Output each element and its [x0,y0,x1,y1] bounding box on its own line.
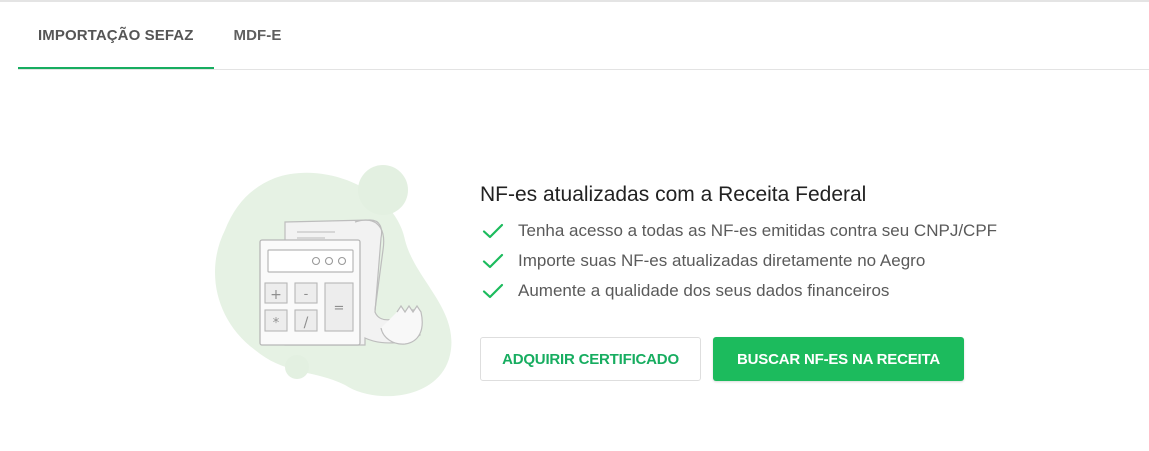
calculator-receipt-illustration: + - = * / [215,165,452,397]
svg-text:+: + [270,287,282,303]
feature-text: Aumente a qualidade dos seus dados finan… [518,281,890,300]
svg-text:*: * [273,316,280,331]
svg-text:-: - [304,287,309,302]
tab-mdf-e[interactable]: MDF-E [214,2,302,69]
svg-text:=: = [334,301,345,316]
feature-text: Importe suas NF-es atualizadas diretamen… [518,251,926,270]
tab-importacao-sefaz[interactable]: IMPORTAÇÃO SEFAZ [18,2,214,69]
feature-text: Tenha acesso a todas as NF-es emitidas c… [518,221,998,240]
feature-item: Tenha acesso a todas as NF-es emitidas c… [480,216,997,246]
check-icon [482,283,504,299]
svg-text:/: / [304,315,309,331]
page: IMPORTAÇÃO SEFAZ MDF-E + - = * / NF-es a… [0,0,1149,451]
adquirir-certificado-button[interactable]: ADQUIRIR CERTIFICADO [480,337,701,381]
feature-item: Aumente a qualidade dos seus dados finan… [480,276,997,306]
tabs-divider [18,69,1149,70]
feature-item: Importe suas NF-es atualizadas diretamen… [480,246,997,276]
empty-state-title: NF-es atualizadas com a Receita Federal [480,183,867,206]
tab-bar: IMPORTAÇÃO SEFAZ MDF-E [18,2,302,69]
check-icon [482,223,504,239]
feature-list: Tenha acesso a todas as NF-es emitidas c… [480,216,997,306]
buscar-nfes-button[interactable]: BUSCAR NF-ES NA RECEITA [713,337,964,381]
check-icon [482,253,504,269]
